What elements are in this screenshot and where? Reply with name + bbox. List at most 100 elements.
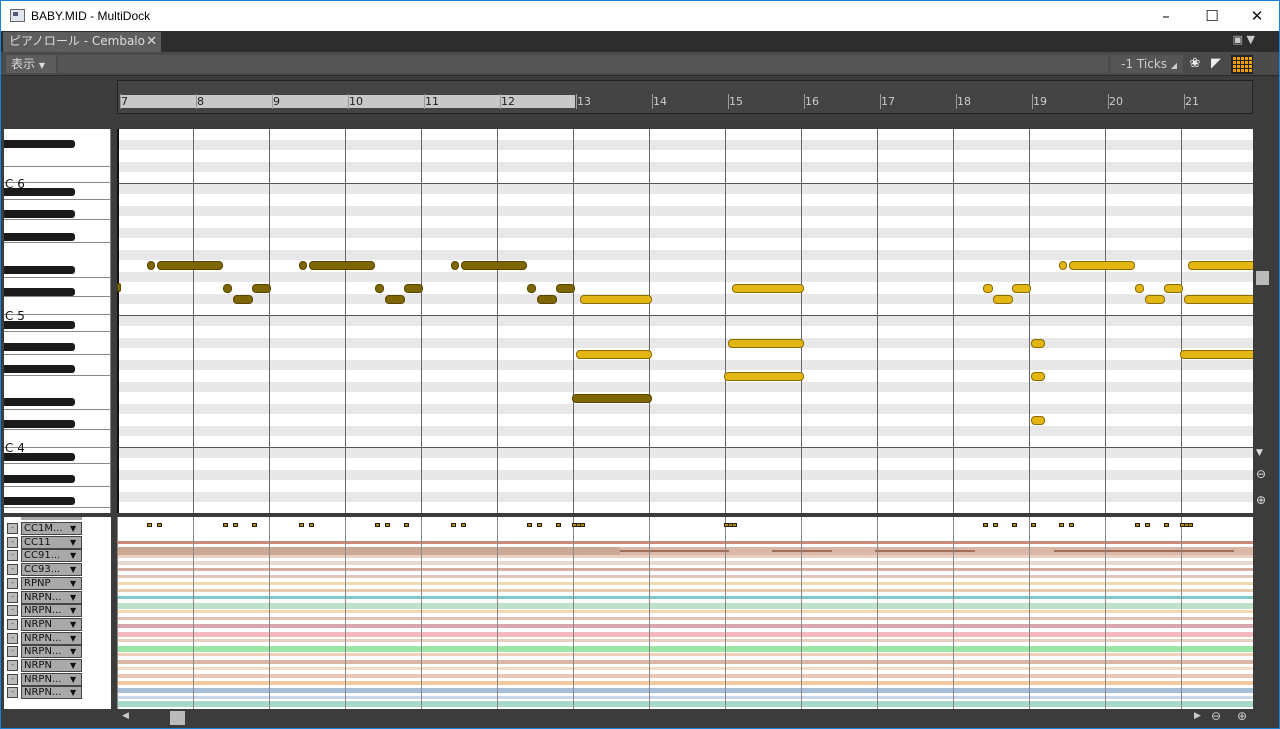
chevron-down-icon[interactable]: ▼ <box>70 522 76 535</box>
controller-lanes[interactable] <box>117 517 1253 709</box>
vertical-scroll-thumb[interactable] <box>1256 271 1269 285</box>
midi-note[interactable] <box>993 295 1013 304</box>
midi-note[interactable] <box>527 284 536 293</box>
black-key[interactable] <box>4 343 75 351</box>
controller-row[interactable]: - RPNP ▼ <box>4 576 111 590</box>
midi-note[interactable] <box>724 372 804 381</box>
chevron-down-icon[interactable]: ▼ <box>70 563 76 576</box>
velocity-marker[interactable] <box>993 523 998 527</box>
midi-note[interactable] <box>404 284 423 293</box>
piano-roll-grid[interactable] <box>117 129 1253 513</box>
h-zoom-out-icon[interactable]: ⊖ <box>1211 709 1221 723</box>
velocity-marker[interactable] <box>299 523 304 527</box>
scroll-left-icon[interactable]: ◀ <box>122 711 129 721</box>
dock-menu-icon[interactable]: ▣ ▼ <box>1233 33 1255 46</box>
midi-note[interactable] <box>537 295 557 304</box>
midi-note[interactable] <box>385 295 405 304</box>
black-key[interactable] <box>4 140 75 148</box>
chevron-down-icon[interactable]: ▼ <box>70 618 76 631</box>
controller-row[interactable]: - CC1M... ▼ <box>4 522 111 535</box>
view-menu-button[interactable]: 表示 ▼ <box>6 55 56 73</box>
midi-note[interactable] <box>556 284 575 293</box>
midi-note[interactable] <box>1180 350 1253 359</box>
midi-note[interactable] <box>117 283 121 292</box>
controller-row[interactable]: - NRPN... ▼ <box>4 604 111 618</box>
piano-keyboard[interactable]: C 6 C 5 C 4 <box>4 129 111 513</box>
controller-row[interactable]: - CC91... ▼ <box>4 549 111 563</box>
lock-icon[interactable]: - <box>7 646 18 658</box>
black-key[interactable] <box>4 420 75 428</box>
lock-icon[interactable]: - <box>7 591 18 603</box>
velocity-marker[interactable] <box>375 523 380 527</box>
velocity-marker[interactable] <box>1135 523 1140 527</box>
chevron-down-icon[interactable]: ▼ <box>70 632 76 645</box>
chevron-down-icon[interactable]: ▼ <box>70 645 76 658</box>
black-key[interactable] <box>4 233 75 241</box>
midi-note[interactable] <box>1031 416 1045 425</box>
minimize-button[interactable]: – <box>1143 1 1189 31</box>
velocity-marker[interactable] <box>157 523 162 527</box>
lock-icon[interactable]: - <box>7 673 18 685</box>
zoom-out-icon[interactable]: ⊖ <box>1256 467 1266 481</box>
midi-note[interactable] <box>309 261 375 270</box>
midi-note[interactable] <box>572 394 652 403</box>
lock-icon[interactable]: - <box>7 564 18 576</box>
measure-ruler[interactable]: 7 8 9 10 11 12 13 14 15 16 17 18 19 20 21 <box>117 80 1253 114</box>
playhead[interactable] <box>117 129 119 513</box>
midi-note[interactable] <box>157 261 223 270</box>
midi-note[interactable] <box>576 350 652 359</box>
velocity-marker[interactable] <box>252 523 257 527</box>
scroll-down-icon[interactable]: ▼ <box>1256 448 1263 458</box>
lock-icon[interactable]: - <box>7 660 18 671</box>
velocity-marker[interactable] <box>527 523 532 527</box>
midi-note[interactable] <box>1135 284 1144 293</box>
horizontal-scrollbar[interactable]: ◀ ▶ ⊖ ⊕ <box>1 709 1279 728</box>
ticks-dropdown[interactable]: -1 Ticks ◢ <box>1111 55 1183 73</box>
controller-row[interactable]: - NRPN... ▼ <box>4 631 111 645</box>
velocity-marker[interactable] <box>580 523 585 527</box>
velocity-marker[interactable] <box>537 523 542 527</box>
black-key[interactable] <box>4 288 75 296</box>
controller-row[interactable]: - NRPN... ▼ <box>4 672 111 686</box>
velocity-marker[interactable] <box>147 523 152 527</box>
midi-note[interactable] <box>1069 261 1135 270</box>
velocity-marker[interactable] <box>385 523 390 527</box>
black-key[interactable] <box>4 398 75 406</box>
velocity-marker[interactable] <box>1031 523 1036 527</box>
lock-icon[interactable]: - <box>7 618 18 630</box>
velocity-marker[interactable] <box>404 523 409 527</box>
midi-note[interactable] <box>1188 261 1253 270</box>
lock-icon[interactable]: - <box>7 605 18 617</box>
tab-close-icon[interactable]: ✕ <box>146 32 157 51</box>
velocity-marker[interactable] <box>1188 523 1193 527</box>
midi-note[interactable] <box>1031 339 1045 348</box>
midi-note[interactable] <box>1012 284 1031 293</box>
velocity-marker[interactable] <box>461 523 466 527</box>
midi-note[interactable] <box>252 284 271 293</box>
midi-note[interactable] <box>223 284 232 293</box>
h-zoom-in-icon[interactable]: ⊕ <box>1237 709 1247 723</box>
controller-row[interactable]: - NRPN ▼ <box>4 659 111 672</box>
controller-row[interactable]: - CC11 ▼ <box>4 535 111 549</box>
midi-note[interactable] <box>1164 284 1183 293</box>
palette-icon[interactable]: ❀ <box>1187 56 1203 72</box>
midi-note[interactable] <box>299 261 307 270</box>
lock-icon[interactable]: - <box>7 687 18 699</box>
velocity-marker[interactable] <box>1145 523 1150 527</box>
chevron-down-icon[interactable]: ▼ <box>70 659 76 672</box>
black-key[interactable] <box>4 210 75 218</box>
midi-note[interactable] <box>451 261 459 270</box>
black-key[interactable] <box>4 497 75 505</box>
lock-icon[interactable]: - <box>7 632 18 644</box>
controller-row[interactable]: - NRPN... ▼ <box>4 645 111 659</box>
midi-note[interactable] <box>728 339 804 348</box>
midi-note[interactable] <box>1184 295 1253 304</box>
chevron-down-icon[interactable]: ▼ <box>70 549 76 562</box>
black-key[interactable] <box>4 475 75 483</box>
controller-row[interactable]: - NRPN... ▼ <box>4 686 111 700</box>
midi-note[interactable] <box>580 295 652 304</box>
controller-row[interactable]: - NRPN ▼ <box>4 617 111 631</box>
midi-note[interactable] <box>983 284 993 293</box>
chevron-down-icon[interactable]: ▼ <box>70 686 76 699</box>
corner-icon[interactable]: ◤ <box>1208 56 1224 72</box>
